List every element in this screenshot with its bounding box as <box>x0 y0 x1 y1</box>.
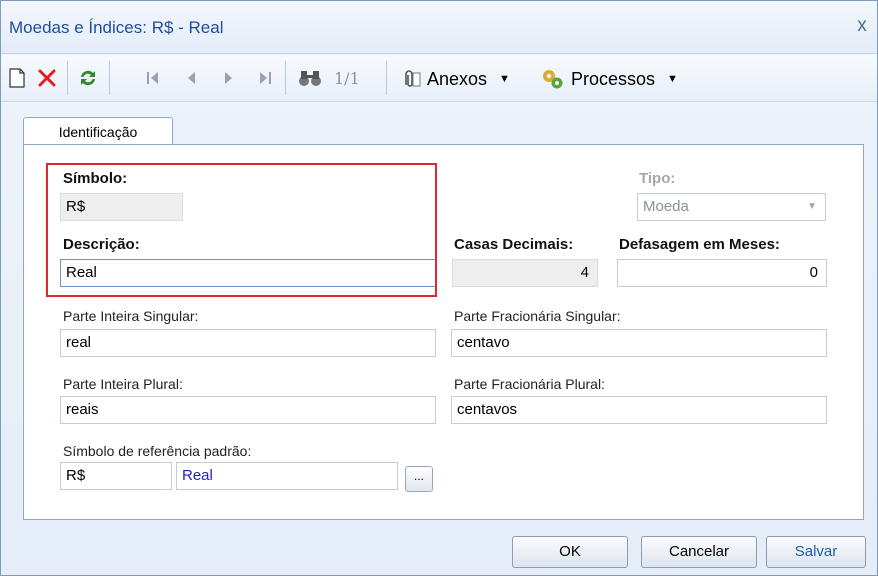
lookup-button[interactable]: ... <box>405 466 433 492</box>
refresh-icon[interactable] <box>75 65 101 91</box>
tipo-label: Tipo: <box>639 170 676 187</box>
simbolo-referencia-code-field[interactable]: R$ <box>60 462 172 490</box>
tab-strip: Identificação <box>1 101 877 146</box>
next-record-icon[interactable] <box>219 65 239 91</box>
simbolo-referencia-name-field[interactable]: Real <box>176 462 398 490</box>
parte-fracionaria-singular-label: Parte Fracionária Singular: <box>454 308 621 324</box>
parte-fracionaria-plural-label: Parte Fracionária Plural: <box>454 376 605 392</box>
parte-inteira-singular-label: Parte Inteira Singular: <box>63 308 199 324</box>
chevron-down-icon: ▼ <box>667 73 678 85</box>
parte-inteira-plural-field[interactable]: reais <box>60 396 436 424</box>
delete-icon[interactable] <box>35 65 59 91</box>
close-button[interactable]: x <box>851 15 873 37</box>
dialog-window: Moedas e Índices: R$ - Real x 1/1 Anexos… <box>0 0 878 576</box>
tipo-select[interactable]: Moeda ▼ <box>637 193 826 221</box>
previous-record-icon[interactable] <box>181 65 201 91</box>
simbolo-field[interactable]: R$ <box>60 193 183 221</box>
attachments-menu-button[interactable]: Anexos ▼ <box>399 67 510 91</box>
casas-decimais-field[interactable]: 4 <box>452 259 598 287</box>
first-record-icon[interactable] <box>143 65 163 91</box>
descricao-field[interactable]: Real <box>60 259 436 287</box>
processes-menu-button[interactable]: Processos ▼ <box>541 67 678 91</box>
tab-identificacao[interactable]: Identificação <box>23 117 173 146</box>
title-bar: Moedas e Índices: R$ - Real x <box>1 1 877 54</box>
last-record-icon[interactable] <box>255 65 275 91</box>
parte-inteira-plural-label: Parte Inteira Plural: <box>63 376 183 392</box>
toolbar: 1/1 Anexos ▼ Processos ▼ <box>1 55 877 102</box>
toolbar-separator <box>109 61 110 95</box>
chevron-down-icon: ▼ <box>499 73 510 85</box>
toolbar-separator <box>386 61 387 95</box>
page-indicator: 1/1 <box>334 69 360 88</box>
tipo-select-value: Moeda <box>643 198 689 215</box>
binoculars-icon[interactable] <box>295 65 325 91</box>
save-button[interactable]: Salvar <box>766 536 866 568</box>
cancel-button[interactable]: Cancelar <box>641 536 757 568</box>
parte-inteira-singular-field[interactable]: real <box>60 329 436 357</box>
chevron-down-icon: ▼ <box>807 201 817 212</box>
toolbar-separator <box>285 61 286 95</box>
defasagem-field[interactable]: 0 <box>617 259 827 287</box>
processes-label: Processos <box>571 68 656 89</box>
window-title: Moedas e Índices: R$ - Real <box>9 18 224 37</box>
simbolo-referencia-label: Símbolo de referência padrão: <box>63 443 252 459</box>
attachments-label: Anexos <box>427 68 488 89</box>
parte-fracionaria-plural-field[interactable]: centavos <box>451 396 827 424</box>
new-document-icon[interactable] <box>7 65 27 91</box>
ok-button[interactable]: OK <box>512 536 628 568</box>
gears-icon <box>543 70 563 89</box>
paperclip-icon <box>405 70 421 87</box>
descricao-label: Descrição: <box>63 236 140 253</box>
parte-fracionaria-singular-field[interactable]: centavo <box>451 329 827 357</box>
simbolo-label: Símbolo: <box>63 170 128 187</box>
toolbar-separator <box>67 61 68 95</box>
defasagem-label: Defasagem em Meses: <box>619 236 780 253</box>
casas-decimais-label: Casas Decimais: <box>454 236 574 253</box>
